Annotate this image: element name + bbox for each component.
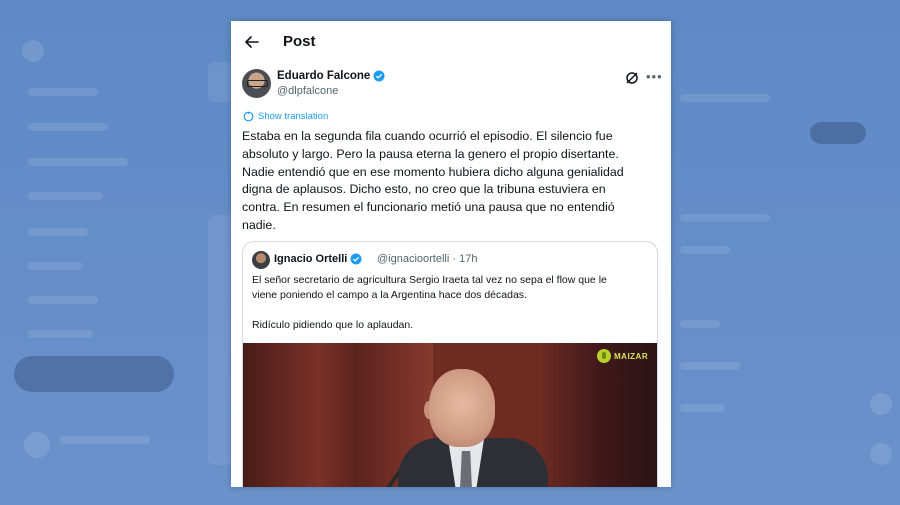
show-translation-label: Show translation [258, 111, 329, 122]
bg-side-item [680, 246, 730, 254]
media-speaker-head [429, 369, 495, 447]
bg-side-item [680, 94, 770, 102]
quote-author-name[interactable]: Ignacio Ortelli [274, 253, 362, 265]
bg-side-item [680, 214, 770, 222]
more-button[interactable]: ••• [646, 69, 664, 85]
quoted-post[interactable]: Ignacio Ortelli @ignacioortelli · 17h El… [242, 241, 658, 487]
media-curtain [543, 343, 657, 487]
bg-side-icon [870, 393, 892, 415]
back-button[interactable] [241, 31, 263, 53]
meta-separator: · [452, 253, 457, 265]
author-name[interactable]: Eduardo Falcone [277, 70, 385, 82]
quote-author-handle[interactable]: @ignacioortelli [377, 253, 449, 265]
bg-side-button [810, 122, 866, 144]
bg-account-avatar [24, 432, 50, 458]
translate-icon [243, 111, 254, 122]
avatar[interactable] [242, 69, 271, 98]
more-horizontal-icon: ••• [646, 69, 663, 84]
verified-badge-icon [373, 70, 385, 82]
bg-side-icon [870, 443, 892, 465]
quote-meta: @ignacioortelli · 17h [377, 253, 477, 265]
post-header: Post [231, 21, 671, 63]
bg-nav-item [28, 123, 108, 131]
bg-nav-item [28, 262, 83, 270]
show-translation-link[interactable]: Show translation [243, 111, 328, 122]
bg-panel [208, 215, 232, 465]
bg-nav-item [28, 192, 103, 200]
bg-side-item [680, 362, 740, 370]
quote-author-name-text: Ignacio Ortelli [274, 253, 348, 265]
grok-button[interactable] [624, 70, 640, 86]
bg-post-button [14, 356, 174, 392]
grok-icon [626, 72, 638, 84]
maizar-logo-text: MAIZAR [614, 351, 649, 361]
bg-nav-item [28, 158, 128, 166]
bg-nav-item [28, 296, 98, 304]
author-name-text: Eduardo Falcone [277, 70, 371, 82]
post-author: Eduardo Falcone @dlpfalcone ••• [242, 69, 662, 101]
quote-media-image[interactable]: MAIZAR [243, 343, 657, 487]
arrow-left-icon [245, 36, 259, 48]
author-handle[interactable]: @dlpfalcone [277, 85, 338, 97]
maizar-logo-icon [597, 349, 611, 363]
bg-side-item [680, 404, 725, 412]
post-text: Estaba en la segunda fila cuando ocurrió… [242, 129, 624, 232]
page-title: Post [283, 33, 316, 50]
quote-timestamp[interactable]: 17h [459, 253, 477, 265]
quote-avatar[interactable] [252, 251, 270, 269]
maizar-logo: MAIZAR [597, 349, 648, 363]
verified-badge-icon [350, 253, 362, 265]
bg-logo-icon [22, 40, 44, 62]
bg-nav-item [28, 228, 88, 236]
bg-account-name [60, 436, 150, 444]
bg-nav-item [28, 88, 98, 96]
quote-text: El señor secretario de agricultura Sergi… [252, 274, 607, 331]
bg-panel [208, 62, 232, 102]
bg-nav-item [28, 330, 93, 338]
post-card: Post Eduardo Falcone @dlpfalcone ••• Sho… [231, 21, 671, 487]
bg-side-item [680, 320, 720, 328]
